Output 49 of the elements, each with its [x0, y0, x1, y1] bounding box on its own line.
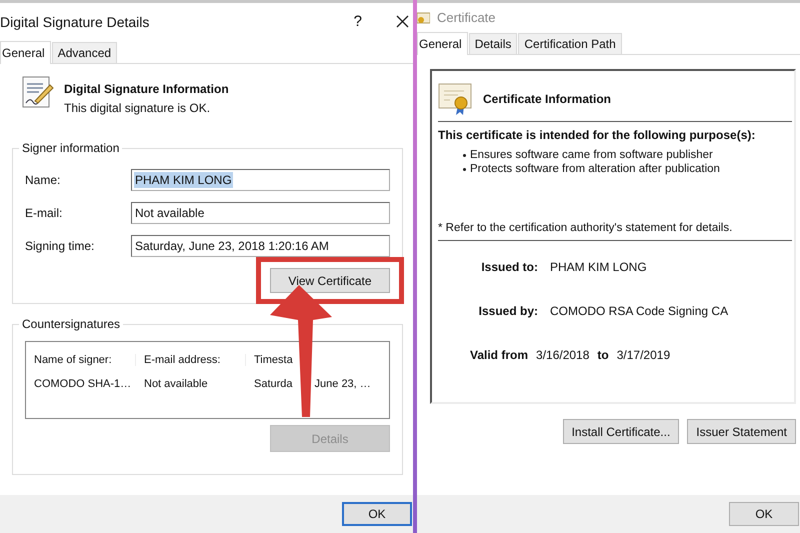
- view-certificate-button[interactable]: View Certificate: [270, 268, 390, 293]
- field-label: to: [597, 348, 609, 362]
- table-cell-text: COMODO SHA-1…: [33, 378, 132, 390]
- field-label: E-mail:: [25, 206, 64, 220]
- status-text: This digital signature is OK.: [64, 101, 212, 115]
- document-pen-icon: [22, 76, 54, 109]
- group-label: Signer information: [19, 141, 122, 155]
- window-title: Digital Signature Details: [0, 14, 150, 30]
- ok-button[interactable]: OK: [729, 502, 799, 526]
- certificate-icon: [438, 82, 472, 116]
- field-value: 3/16/2018: [536, 348, 590, 362]
- table-cell-text: Saturda: [253, 378, 293, 390]
- tab[interactable]: Advanced: [52, 42, 118, 63]
- field-value: PHAM KIM LONG: [550, 260, 647, 274]
- close-icon[interactable]: [396, 15, 409, 28]
- tab[interactable]: Details: [468, 33, 518, 54]
- field-label: Issued by:: [478, 304, 538, 318]
- info-heading: Certificate Information: [483, 92, 612, 106]
- tab[interactable]: General: [417, 32, 468, 55]
- purpose-text: Ensures software came from software publisher: [470, 149, 713, 161]
- purpose-heading: This certificate is intended for the following purpose(s):: [438, 128, 756, 142]
- info-heading: Digital Signature Information: [64, 82, 229, 96]
- field-value: 3/17/2019: [616, 348, 670, 362]
- input-field[interactable]: PHAM KIM LONG: [131, 168, 390, 190]
- bullet-icon: [463, 154, 466, 156]
- field-label: Name:: [25, 172, 62, 186]
- window-title: Certificate: [437, 10, 497, 24]
- tab[interactable]: Certification Path: [518, 33, 622, 54]
- table-cell: June 23, …: [314, 378, 371, 390]
- field-value: COMODO RSA Code Signing CA: [550, 304, 728, 318]
- dialog-button[interactable]: Issuer Statement: [687, 419, 796, 444]
- input-field[interactable]: Not available: [131, 202, 390, 224]
- tab[interactable]: General: [0, 41, 51, 64]
- dialog-button[interactable]: Install Certificate...: [562, 419, 680, 444]
- bullet-icon: [463, 168, 466, 170]
- column-header[interactable]: Timesta: [246, 354, 293, 366]
- input-field[interactable]: Saturday, June 23, 2018 1:20:16 AM: [131, 234, 390, 256]
- group-label: Countersignatures: [19, 317, 124, 331]
- column-header[interactable]: Name of signer:: [26, 354, 136, 366]
- note-text: * Refer to the certification authority's statement for details.: [438, 222, 734, 234]
- field-label: Issued to:: [480, 260, 538, 274]
- purpose-text: Protects software from alteration after publication: [470, 163, 720, 175]
- help-button[interactable]: ?: [354, 13, 362, 30]
- table-cell-text: Not available: [143, 378, 209, 390]
- field-label: Signing time:: [25, 238, 96, 252]
- certificate-icon: [417, 10, 430, 24]
- column-header[interactable]: E-mail address:: [136, 354, 246, 366]
- field-label: Valid from: [470, 348, 528, 362]
- ok-button[interactable]: OK: [342, 502, 412, 526]
